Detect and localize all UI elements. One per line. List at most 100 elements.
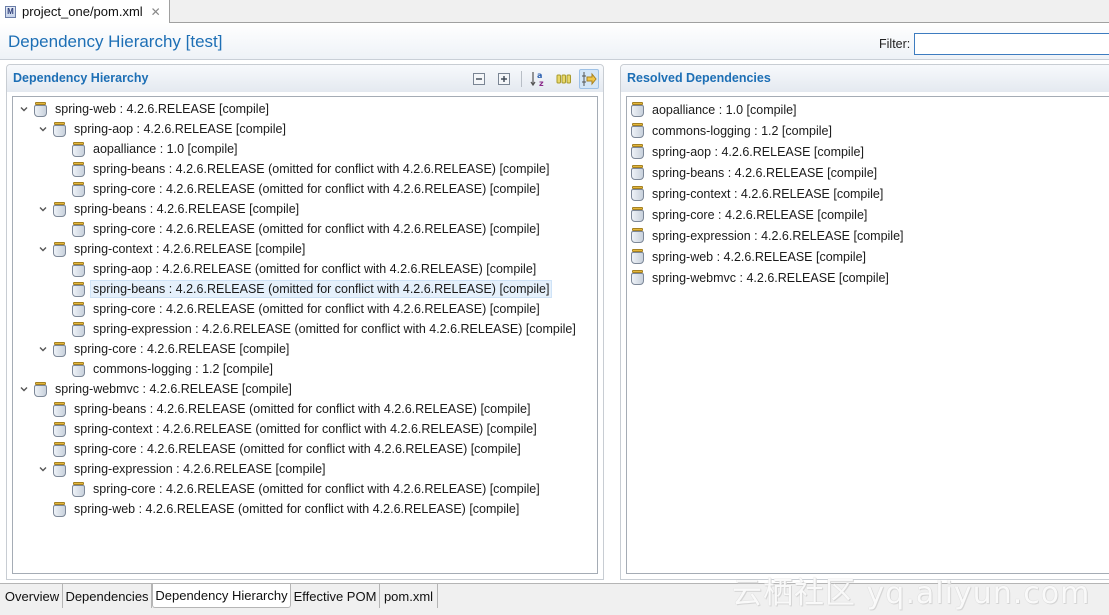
collapse-all-button[interactable] [469, 69, 489, 89]
dependency-label: spring-beans : 4.2.6.RELEASE [compile] [74, 202, 300, 216]
chevron-down-icon[interactable] [36, 202, 50, 216]
dependency-label: spring-beans : 4.2.6.RELEASE (omitted fo… [90, 280, 553, 298]
link-with-selection-button[interactable] [579, 69, 599, 89]
jar-icon [631, 270, 644, 285]
jar-icon [631, 123, 644, 138]
tab-dependency-hierarchy[interactable]: Dependency Hierarchy [152, 584, 291, 608]
tree-row[interactable]: spring-web : 4.2.6.RELEASE [compile] [13, 99, 597, 119]
jar-icon [631, 249, 644, 264]
dependency-label: spring-expression : 4.2.6.RELEASE [compi… [652, 228, 904, 243]
resolved-row[interactable]: spring-webmvc : 4.2.6.RELEASE [compile] [627, 267, 1109, 288]
page-title: Dependency Hierarchy [test] [8, 32, 223, 51]
jar-icon [34, 101, 47, 117]
dependency-label: spring-core : 4.2.6.RELEASE (omitted for… [93, 482, 540, 496]
jar-icon [72, 141, 85, 157]
tab-overview[interactable]: Overview [2, 584, 63, 608]
dependency-label: spring-core : 4.2.6.RELEASE [compile] [652, 207, 868, 222]
tree-row[interactable]: spring-webmvc : 4.2.6.RELEASE [compile] [13, 379, 597, 399]
hierarchy-toolbar: az [469, 69, 599, 89]
tab-pom-xml[interactable]: pom.xml [380, 584, 438, 608]
dependency-label: spring-webmvc : 4.2.6.RELEASE [compile] [652, 270, 889, 285]
editor-tab-pom[interactable]: M project_one/pom.xml ✕ [0, 0, 170, 23]
jar-icon [631, 228, 644, 243]
tree-row[interactable]: spring-beans : 4.2.6.RELEASE (omitted fo… [13, 279, 597, 299]
resolved-row[interactable]: spring-context : 4.2.6.RELEASE [compile] [627, 183, 1109, 204]
jar-icon [53, 201, 66, 217]
tree-row[interactable]: spring-aop : 4.2.6.RELEASE [compile] [13, 119, 597, 139]
tree-row[interactable]: spring-expression : 4.2.6.RELEASE [compi… [13, 459, 597, 479]
close-icon[interactable]: ✕ [151, 5, 161, 19]
dependency-label: spring-web : 4.2.6.RELEASE (omitted for … [74, 502, 520, 516]
dependency-hierarchy-tree[interactable]: spring-web : 4.2.6.RELEASE [compile] spri… [12, 96, 598, 574]
jar-icon [72, 481, 85, 497]
resolved-row[interactable]: spring-web : 4.2.6.RELEASE [compile] [627, 246, 1109, 267]
resolved-row[interactable]: spring-expression : 4.2.6.RELEASE [compi… [627, 225, 1109, 246]
dependency-label: aopalliance : 1.0 [compile] [652, 102, 797, 117]
show-group-id-button[interactable] [554, 69, 574, 89]
tree-row[interactable]: spring-web : 4.2.6.RELEASE (omitted for … [13, 499, 597, 519]
tree-row[interactable]: spring-context : 4.2.6.RELEASE [compile] [13, 239, 597, 259]
expand-all-icon [498, 73, 510, 85]
tree-row[interactable]: spring-core : 4.2.6.RELEASE (omitted for… [13, 479, 597, 499]
jar-icon [53, 461, 66, 477]
jar-icon [631, 144, 644, 159]
resolved-row[interactable]: spring-beans : 4.2.6.RELEASE [compile] [627, 162, 1109, 183]
jar-icon [72, 261, 85, 277]
group-id-icon [556, 74, 571, 84]
chevron-down-icon[interactable] [17, 382, 31, 396]
resolved-row[interactable]: aopalliance : 1.0 [compile] [627, 99, 1109, 120]
dependency-label: spring-beans : 4.2.6.RELEASE (omitted fo… [93, 162, 550, 176]
tree-row[interactable]: spring-beans : 4.2.6.RELEASE (omitted fo… [13, 399, 597, 419]
chevron-down-icon[interactable] [36, 462, 50, 476]
tree-row[interactable]: spring-core : 4.2.6.RELEASE (omitted for… [13, 299, 597, 319]
maven-pom-file-icon: M [5, 5, 16, 18]
sort-button[interactable]: az [529, 69, 549, 89]
link-selection-icon [582, 72, 597, 86]
dependency-label: spring-expression : 4.2.6.RELEASE (omitt… [93, 322, 576, 336]
tree-row[interactable]: spring-expression : 4.2.6.RELEASE (omitt… [13, 319, 597, 339]
jar-icon [72, 321, 85, 337]
jar-icon [72, 281, 85, 297]
jar-icon [72, 161, 85, 177]
chevron-down-icon[interactable] [17, 102, 31, 116]
sort-alpha-icon: az [530, 71, 544, 88]
chevron-down-icon[interactable] [36, 342, 50, 356]
chevron-down-icon[interactable] [36, 242, 50, 256]
dependency-label: commons-logging : 1.2 [compile] [93, 362, 273, 376]
tree-row[interactable]: spring-core : 4.2.6.RELEASE (omitted for… [13, 439, 597, 459]
jar-icon [72, 301, 85, 317]
jar-icon [53, 401, 66, 417]
dependency-label: spring-aop : 4.2.6.RELEASE [compile] [652, 144, 864, 159]
resolved-row[interactable]: spring-aop : 4.2.6.RELEASE [compile] [627, 141, 1109, 162]
jar-icon [72, 221, 85, 237]
tree-row[interactable]: commons-logging : 1.2 [compile] [13, 359, 597, 379]
resolved-dependencies-list[interactable]: aopalliance : 1.0 [compile] commons-loggi… [626, 96, 1109, 574]
jar-icon [53, 241, 66, 257]
tab-dependencies[interactable]: Dependencies [63, 584, 152, 608]
tree-row[interactable]: spring-context : 4.2.6.RELEASE (omitted … [13, 419, 597, 439]
tree-row[interactable]: spring-aop : 4.2.6.RELEASE (omitted for … [13, 259, 597, 279]
tree-row[interactable]: spring-beans : 4.2.6.RELEASE (omitted fo… [13, 159, 597, 179]
tree-row[interactable]: spring-core : 4.2.6.RELEASE (omitted for… [13, 179, 597, 199]
section-header: Dependency Hierarchy az [7, 65, 603, 92]
tree-row[interactable]: aopalliance : 1.0 [compile] [13, 139, 597, 159]
resolved-row[interactable]: spring-core : 4.2.6.RELEASE [compile] [627, 204, 1109, 225]
resolved-row[interactable]: commons-logging : 1.2 [compile] [627, 120, 1109, 141]
dependency-label: spring-beans : 4.2.6.RELEASE [compile] [652, 165, 878, 180]
tree-row[interactable]: spring-core : 4.2.6.RELEASE [compile] [13, 339, 597, 359]
tree-row[interactable]: spring-core : 4.2.6.RELEASE (omitted for… [13, 219, 597, 239]
dependency-label: spring-expression : 4.2.6.RELEASE [compi… [74, 462, 326, 476]
chevron-down-icon[interactable] [36, 122, 50, 136]
filter-input[interactable] [914, 33, 1109, 55]
jar-icon [631, 102, 644, 117]
tab-effective-pom[interactable]: Effective POM [291, 584, 380, 608]
expand-all-button[interactable] [494, 69, 514, 89]
tree-row[interactable]: spring-beans : 4.2.6.RELEASE [compile] [13, 199, 597, 219]
dependency-label: spring-context : 4.2.6.RELEASE [compile] [652, 186, 884, 201]
